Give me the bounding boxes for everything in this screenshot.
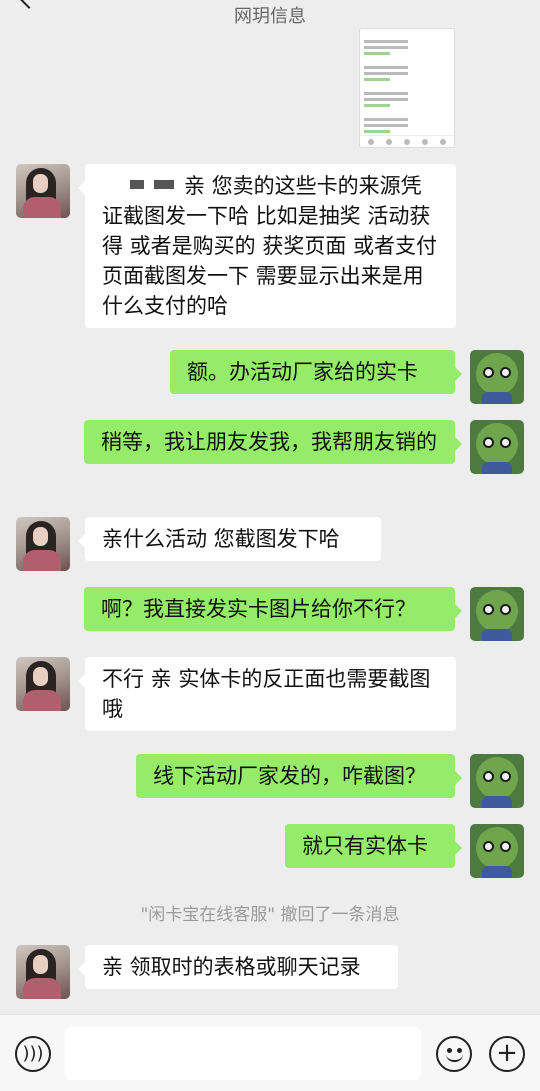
plus-icon[interactable]: + xyxy=(489,1036,525,1072)
avatar-self[interactable] xyxy=(470,420,524,474)
message-text: 就只有实体卡 xyxy=(302,834,428,858)
message-text: 亲 领取时的表格或聊天记录 xyxy=(102,955,361,979)
chat-title: 网玥信息 xyxy=(234,6,306,27)
screenshot-nav xyxy=(360,135,454,147)
emoji-icon[interactable] xyxy=(436,1036,472,1072)
avatar-service[interactable] xyxy=(16,657,70,711)
message-bubble[interactable]: 不行 亲 实体卡的反正面也需要截图哦 xyxy=(78,657,456,731)
chat-header: 网玥信息 xyxy=(0,0,540,28)
message-input[interactable] xyxy=(65,1027,421,1080)
avatar-self[interactable] xyxy=(470,754,524,808)
message-bubble[interactable]: 亲什么活动 您截图发下哈 xyxy=(78,517,381,561)
redacted-block xyxy=(154,180,174,189)
message-bubble[interactable]: 亲 领取时的表格或聊天记录 xyxy=(78,945,398,989)
avatar-service[interactable] xyxy=(16,945,70,999)
redacted-block xyxy=(130,180,144,189)
message-bubble[interactable]: 稍等，我让朋友发我，我帮朋友销的 xyxy=(84,420,462,464)
voice-icon[interactable]: ))) xyxy=(15,1036,51,1072)
screenshot-image[interactable] xyxy=(359,28,455,148)
message-text: 线下活动厂家发的，咋截图？ xyxy=(153,764,426,788)
message-bubble[interactable]: 就只有实体卡 xyxy=(285,824,462,868)
avatar-service[interactable] xyxy=(16,517,70,571)
message-text: 不行 亲 实体卡的反正面也需要截图哦 xyxy=(102,667,431,721)
message-text: 啊？我直接发实卡图片给你不行？ xyxy=(101,597,416,621)
message-text: 额。办活动厂家给的实卡 xyxy=(187,360,418,384)
avatar-self[interactable] xyxy=(470,824,524,878)
message-bubble[interactable]: 啊？我直接发实卡图片给你不行？ xyxy=(84,587,462,631)
message-text: 稍等，我让朋友发我，我帮朋友销的 xyxy=(101,430,437,454)
system-notice: "闲卡宝在线客服" 撤回了一条消息 xyxy=(140,905,400,925)
message-bubble[interactable]: 线下活动厂家发的，咋截图？ xyxy=(136,754,462,798)
avatar-self[interactable] xyxy=(470,587,524,641)
message-text: 亲 您卖的这些卡的来源凭证截图发一下哈 比如是抽奖 活动获得 或者是购买的 获奖… xyxy=(102,174,438,318)
message-text: 亲什么活动 您截图发下哈 xyxy=(102,527,340,551)
avatar-self[interactable] xyxy=(470,350,524,404)
message-bubble[interactable]: 额。办活动厂家给的实卡 xyxy=(170,350,462,394)
input-bar: ))) + xyxy=(0,1014,540,1091)
message-bubble[interactable]: 亲 您卖的这些卡的来源凭证截图发一下哈 比如是抽奖 活动获得 或者是购买的 获奖… xyxy=(78,164,456,328)
avatar-service[interactable] xyxy=(16,164,70,218)
